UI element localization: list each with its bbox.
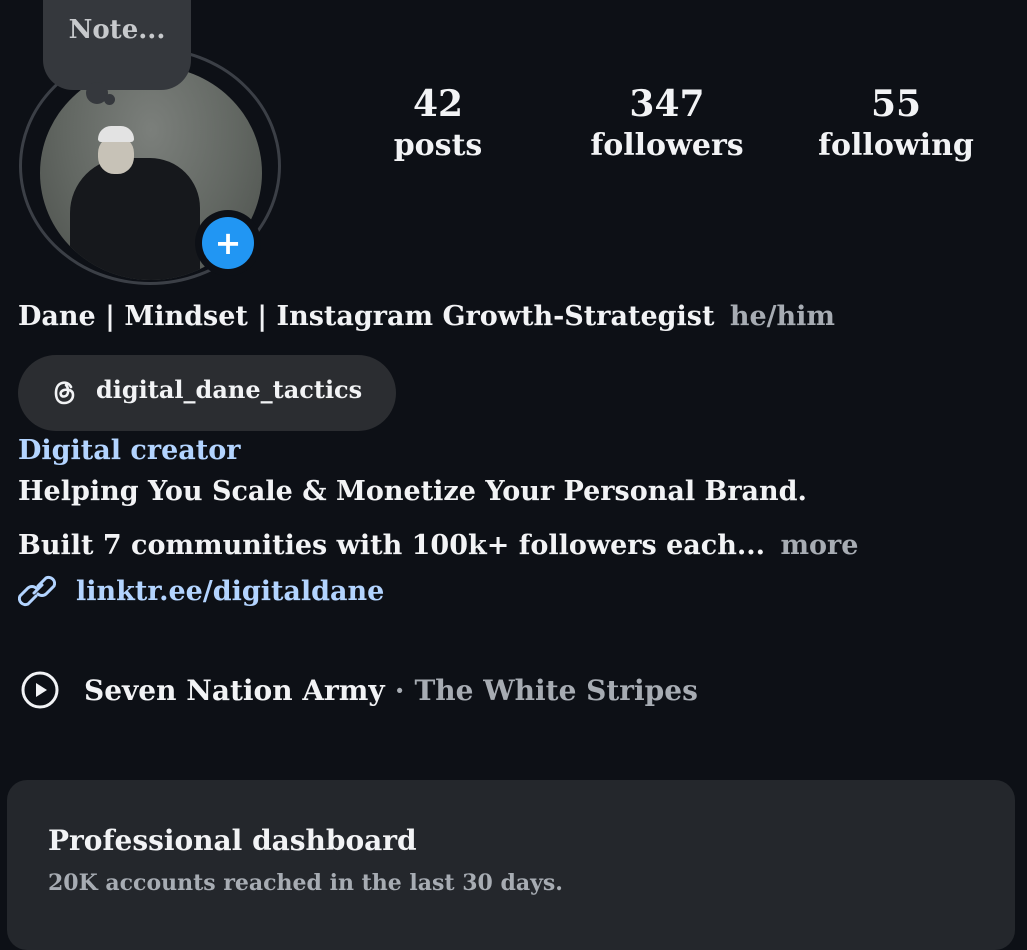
profile-pronouns: he/him [729, 301, 835, 332]
profile-name: Dane | Mindset | Instagram Growth-Strate… [18, 301, 715, 332]
bio-more-link[interactable]: more [780, 530, 858, 561]
stat-followers-label: followers [590, 128, 744, 163]
note-bubble[interactable]: Note... [43, 0, 191, 90]
add-story-button[interactable]: + [195, 210, 261, 276]
music-separator: · [394, 673, 405, 707]
dashboard-title: Professional dashboard [48, 824, 417, 857]
stat-following-label: following [818, 128, 974, 163]
profile-link[interactable]: linktr.ee/digitaldane [18, 573, 384, 609]
stat-posts[interactable]: 42 posts [388, 84, 488, 164]
plus-icon: + [202, 217, 254, 269]
threads-handle: digital_dane_tactics [96, 375, 363, 404]
dashboard-subtitle: 20K accounts reached in the last 30 days… [48, 870, 563, 896]
note-bubble-tail-small [104, 94, 115, 105]
bio-line-2: Built 7 communities with 100k+ followers… [18, 530, 858, 561]
stat-posts-label: posts [393, 128, 483, 163]
bio-line-2-text: Built 7 communities with 100k+ followers… [18, 530, 766, 561]
music-artist: The White Stripes [414, 673, 698, 707]
music-song: Seven Nation Army [84, 673, 385, 707]
professional-dashboard-card[interactable]: Professional dashboard 20K accounts reac… [7, 780, 1015, 950]
profile-music[interactable]: Seven Nation Army · The White Stripes [20, 670, 698, 710]
link-icon [18, 575, 57, 607]
bio-line-1: Helping You Scale & Monetize Your Person… [18, 476, 807, 507]
stat-followers[interactable]: 347 followers [590, 84, 744, 164]
stat-following[interactable]: 55 following [816, 84, 976, 164]
stat-followers-value: 347 [629, 83, 705, 125]
profile-link-text: linktr.ee/digitaldane [76, 575, 385, 607]
avatar-person [70, 158, 200, 280]
profile-name-line: Dane | Mindset | Instagram Growth-Strate… [18, 301, 835, 332]
threads-icon [54, 381, 75, 405]
profile-category: Digital creator [18, 435, 241, 466]
stat-following-value: 55 [870, 83, 922, 125]
play-circle-icon [21, 671, 59, 709]
avatar-cap [98, 126, 134, 142]
threads-badge[interactable]: digital_dane_tactics [18, 355, 396, 431]
stat-posts-value: 42 [412, 83, 464, 125]
